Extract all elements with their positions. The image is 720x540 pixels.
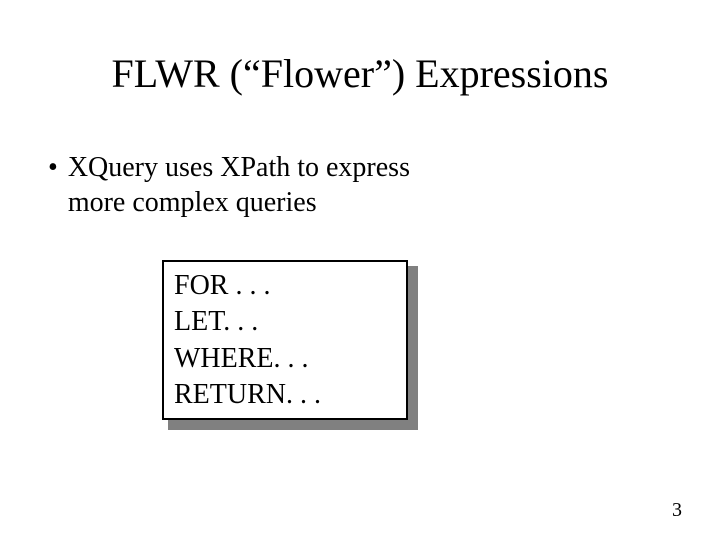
bullet-marker: •: [48, 150, 58, 220]
code-line-2: LET. . .: [174, 304, 396, 340]
bullet-item: • XQuery uses XPath to express more comp…: [48, 150, 410, 220]
bullet-line-1: XQuery uses XPath to express: [68, 152, 410, 183]
bullet-line-2: more complex queries: [68, 187, 317, 218]
code-line-1: FOR . . .: [174, 268, 396, 304]
code-line-3: WHERE. . .: [174, 341, 396, 377]
slide-title: FLWR (“Flower”) Expressions: [0, 50, 720, 97]
page-number: 3: [672, 499, 682, 522]
code-box: FOR . . . LET. . . WHERE. . . RETURN. . …: [162, 260, 408, 420]
code-line-4: RETURN. . .: [174, 377, 396, 413]
slide: FLWR (“Flower”) Expressions • XQuery use…: [0, 0, 720, 540]
bullet-text: XQuery uses XPath to express more comple…: [68, 150, 410, 220]
